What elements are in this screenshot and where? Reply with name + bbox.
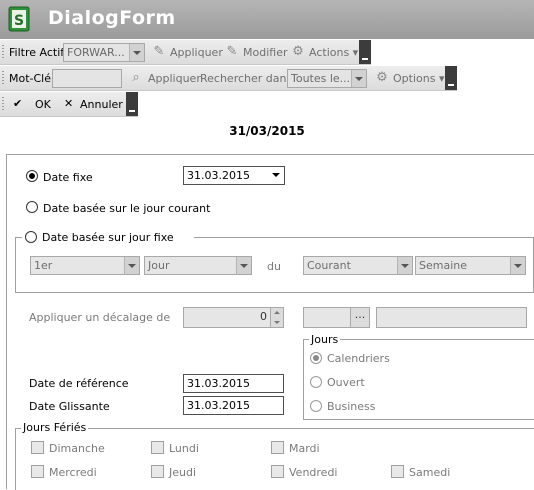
ref-date-field[interactable]: 31.03.2015 (183, 374, 284, 393)
chevron-down-icon[interactable] (129, 44, 144, 61)
offset-unit-field[interactable]: ... (303, 307, 370, 328)
fixed-day-unit-combo[interactable]: Jour (144, 256, 252, 275)
friday-checkbox[interactable] (271, 465, 284, 478)
ref-date-label: Date de référence (29, 377, 129, 390)
days-type-title: Jours (309, 333, 341, 346)
friday-label: Vendredi (289, 466, 338, 479)
fixed-day-label: Date basée sur jour fixe (42, 231, 174, 244)
gear-icon: ⚙ (292, 44, 304, 59)
holidays-group (15, 428, 534, 490)
filter-combo[interactable]: FORWAR... (63, 43, 145, 62)
business-days-radio[interactable] (310, 400, 322, 412)
thursday-label: Jeudi (169, 466, 197, 479)
binoculars-icon: ⌕ (132, 70, 140, 85)
svg-text:S: S (14, 13, 24, 29)
chevron-down-icon[interactable] (236, 257, 251, 274)
toolbar-overflow-button[interactable] (359, 40, 371, 64)
chevron-down-icon[interactable] (351, 70, 366, 87)
gear-icon: ⚙ (376, 70, 388, 85)
search-toolbar: Mot-Clé ⌕ Appliquer Rechercher dans Tout… (0, 66, 457, 91)
filter-label: Filtre Actif (9, 46, 65, 59)
fixed-day-radio[interactable] (25, 231, 37, 243)
offset-spinner[interactable]: 0 (183, 307, 284, 328)
fixed-day-scope-combo[interactable]: Semaine (415, 256, 526, 275)
sunday-checkbox[interactable] (31, 441, 44, 454)
open-days-radio[interactable] (310, 376, 322, 388)
title-bar: S DialogForm (0, 0, 534, 39)
tuesday-label: Mardi (289, 442, 320, 455)
holidays-title: Jours Fériés (21, 421, 89, 434)
calendar-days-label: Calendriers (327, 352, 390, 365)
wednesday-checkbox[interactable] (31, 465, 44, 478)
window-title: DialogForm (48, 7, 176, 29)
header-date: 31/03/2015 (229, 124, 305, 138)
offset-label: Appliquer un décalage de (29, 311, 171, 324)
rolling-date-field[interactable]: 31.03.2015 (183, 396, 284, 415)
current-day-label: Date basée sur le jour courant (43, 202, 211, 215)
open-days-label: Ouvert (327, 376, 365, 389)
apply-filter-button[interactable]: Appliquer (170, 46, 223, 59)
apply-search-button[interactable]: Appliquer (148, 72, 201, 85)
current-day-radio[interactable] (26, 201, 38, 213)
monday-label: Lundi (169, 442, 199, 455)
wand-icon: ✎ (153, 44, 165, 59)
dialog-toolbar: ✔ OK ✕ Annuler (0, 92, 138, 117)
toolbar-grip[interactable] (2, 71, 4, 85)
search-in-label: Rechercher dans (200, 72, 293, 85)
keyword-label: Mot-Clé (9, 72, 52, 85)
saturday-label: Samedi (409, 466, 451, 479)
keyword-input[interactable] (52, 69, 122, 88)
saturday-checkbox[interactable] (391, 465, 404, 478)
fixed-date-picker[interactable]: 31.03.2015 (183, 166, 285, 185)
check-icon: ✔ (13, 97, 23, 110)
search-in-combo[interactable]: Toutes le... (287, 69, 367, 88)
fixed-day-group-title: Date basée sur jour fixe (22, 229, 194, 245)
chevron-down-icon[interactable] (510, 257, 525, 274)
fixed-day-ordinal-combo[interactable]: 1er (30, 256, 140, 275)
toolbar-grip[interactable] (2, 97, 4, 111)
monday-checkbox[interactable] (151, 441, 164, 454)
ok-button[interactable]: OK (35, 98, 51, 111)
calendar-days-radio[interactable] (310, 352, 322, 364)
toolbar-overflow-button[interactable] (445, 66, 457, 90)
fixed-date-label: Date fixe (43, 171, 93, 184)
chevron-down-icon[interactable] (124, 257, 139, 274)
spinner-arrows-icon[interactable] (270, 308, 283, 327)
cancel-button[interactable]: Annuler (80, 98, 123, 111)
app-logo-icon: S (8, 6, 30, 32)
modify-button[interactable]: Modifier (243, 46, 287, 59)
actions-menu[interactable]: Actions ▾ (309, 46, 358, 59)
wednesday-label: Mercredi (49, 466, 97, 479)
close-icon: ✕ (64, 97, 74, 110)
ellipsis-button[interactable]: ... (350, 308, 369, 327)
chevron-down-icon[interactable] (397, 257, 412, 274)
toolbar-overflow-button[interactable] (126, 92, 138, 116)
tuesday-checkbox[interactable] (271, 441, 284, 454)
du-label: du (267, 260, 281, 273)
thursday-checkbox[interactable] (151, 465, 164, 478)
toolbar-grip[interactable] (2, 45, 4, 59)
fixed-date-radio[interactable] (26, 170, 38, 182)
business-days-label: Business (327, 400, 376, 413)
fixed-day-period-combo[interactable]: Courant (303, 256, 413, 275)
filter-toolbar: Filtre Actif FORWAR... ✎ Appliquer ✎ Mod… (0, 40, 371, 65)
rolling-date-label: Date Glissante (29, 400, 110, 413)
offset-description-field (376, 307, 527, 328)
options-menu[interactable]: Options ▾ (393, 72, 444, 85)
chevron-down-icon[interactable] (272, 173, 280, 177)
sunday-label: Dimanche (49, 442, 105, 455)
edit-icon: ✎ (226, 44, 238, 59)
